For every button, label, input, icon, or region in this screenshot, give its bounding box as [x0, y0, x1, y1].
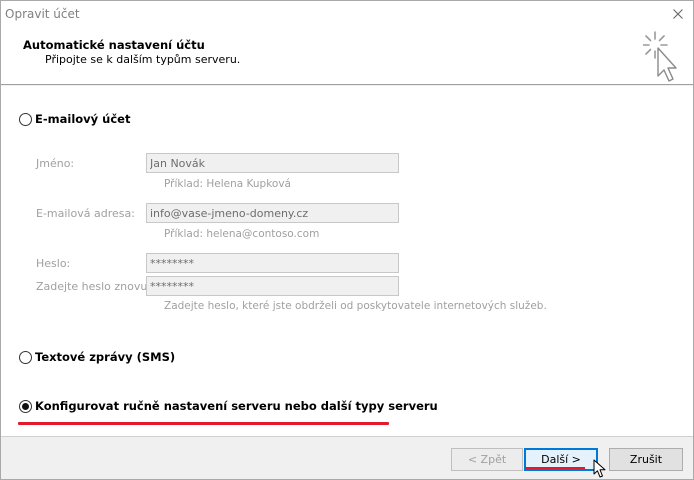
- mouse-pointer-icon: [593, 459, 606, 478]
- radio-email-account-label: E-mailový účet: [35, 112, 131, 126]
- password-label: Heslo:: [36, 257, 71, 270]
- radio-sms[interactable]: Textové zprávy (SMS): [19, 350, 175, 364]
- close-icon: [673, 9, 683, 19]
- back-button[interactable]: < Zpět: [451, 448, 523, 471]
- radio-manual-config[interactable]: Konfigurovat ručně nastavení serveru neb…: [19, 399, 438, 413]
- password-field[interactable]: [146, 253, 399, 273]
- email-field[interactable]: [146, 203, 399, 223]
- password-repeat-label: Zadejte heslo znovu:: [36, 280, 152, 293]
- name-field[interactable]: [146, 153, 399, 173]
- email-label: E-mailová adresa:: [36, 207, 135, 220]
- radio-manual-config-label: Konfigurovat ručně nastavení serveru neb…: [35, 399, 438, 413]
- header-subtitle: Připojte se k dalším typům serveru.: [45, 53, 241, 66]
- password-hint: Zadejte heslo, které jste obdrželi od po…: [164, 300, 547, 312]
- radio-button[interactable]: [19, 350, 32, 364]
- password-repeat-field[interactable]: [146, 276, 399, 296]
- radio-email-account[interactable]: E-mailový účet: [19, 112, 130, 126]
- radio-sms-label: Textové zprávy (SMS): [35, 350, 176, 364]
- name-label: Jméno:: [36, 157, 75, 170]
- wizard-header: Automatické nastavení účtu Připojte se k…: [1, 29, 693, 85]
- radio-button[interactable]: [19, 112, 32, 126]
- title-bar: Opravit účet: [1, 1, 693, 29]
- highlight-underline: [18, 422, 389, 425]
- dialog-window: Opravit účet Automatické nastavení účtu …: [0, 0, 694, 480]
- cancel-button[interactable]: Zrušit: [609, 448, 683, 471]
- email-hint: Příklad: helena@contoso.com: [164, 228, 320, 240]
- window-title: Opravit účet: [5, 7, 80, 21]
- next-button-highlight: [525, 467, 585, 469]
- name-hint: Příklad: Helena Kupková: [164, 178, 291, 190]
- footer-separator: [1, 436, 693, 437]
- header-title: Automatické nastavení účtu: [23, 38, 205, 52]
- close-button[interactable]: [667, 3, 689, 25]
- radio-button-selected[interactable]: [19, 399, 32, 413]
- wizard-cursor-icon: [643, 31, 677, 82]
